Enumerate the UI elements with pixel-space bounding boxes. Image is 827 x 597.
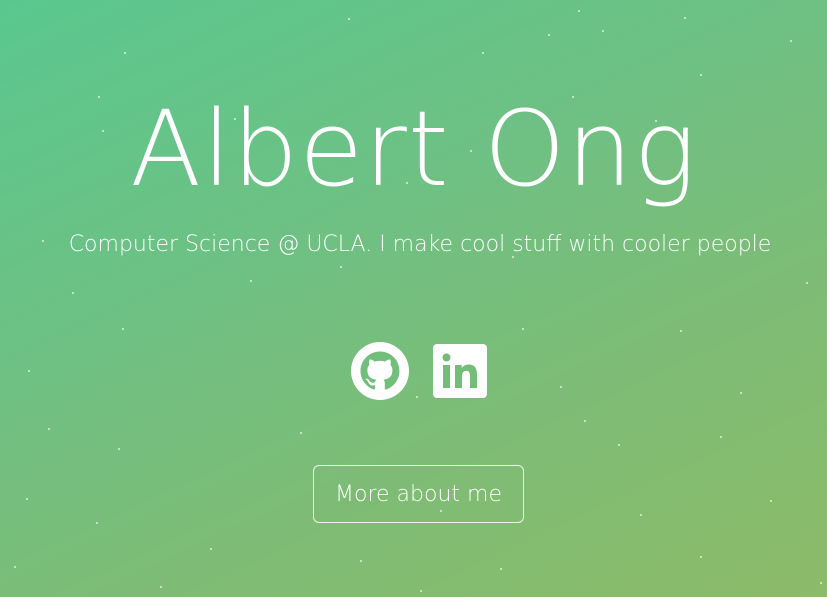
star-dot: [360, 560, 362, 562]
more-about-me-button[interactable]: More about me: [313, 465, 524, 523]
star-dot: [124, 52, 126, 54]
star-dot: [684, 17, 686, 19]
star-dot: [820, 582, 822, 584]
github-link[interactable]: [351, 342, 409, 400]
github-icon: [351, 342, 409, 400]
star-dot: [700, 556, 702, 558]
star-dot: [500, 568, 502, 570]
star-dot: [548, 34, 550, 36]
linkedin-icon: [433, 344, 487, 398]
star-dot: [584, 420, 586, 422]
hero-section: Albert Ong Computer Science @ UCLA. I ma…: [0, 0, 827, 597]
star-dot: [300, 432, 302, 434]
star-dot: [420, 590, 422, 592]
star-dot: [118, 448, 120, 450]
star-dot: [48, 428, 50, 430]
star-dot: [96, 522, 98, 524]
star-dot: [720, 436, 722, 438]
star-dot: [26, 498, 28, 500]
star-dot: [680, 330, 682, 332]
star-dot: [250, 280, 252, 282]
star-dot: [770, 500, 772, 502]
star-dot: [348, 18, 350, 20]
star-dot: [210, 548, 212, 550]
star-dot: [602, 30, 604, 32]
star-dot: [522, 328, 524, 330]
linkedin-link[interactable]: [431, 342, 489, 400]
social-links: [0, 342, 827, 400]
star-dot: [482, 52, 484, 54]
star-dot: [700, 74, 702, 76]
star-dot: [806, 282, 808, 284]
hero-name: Albert Ong: [130, 88, 697, 210]
star-dot: [160, 586, 162, 588]
star-dot: [340, 266, 342, 268]
star-dot: [122, 328, 124, 330]
star-dot: [618, 444, 620, 446]
star-dot: [790, 40, 792, 42]
star-dot: [72, 292, 74, 294]
star-dot: [640, 514, 642, 516]
star-dot: [578, 10, 580, 12]
hero-tagline: Computer Science @ UCLA. I make cool stu…: [68, 232, 772, 257]
star-dot: [14, 566, 16, 568]
